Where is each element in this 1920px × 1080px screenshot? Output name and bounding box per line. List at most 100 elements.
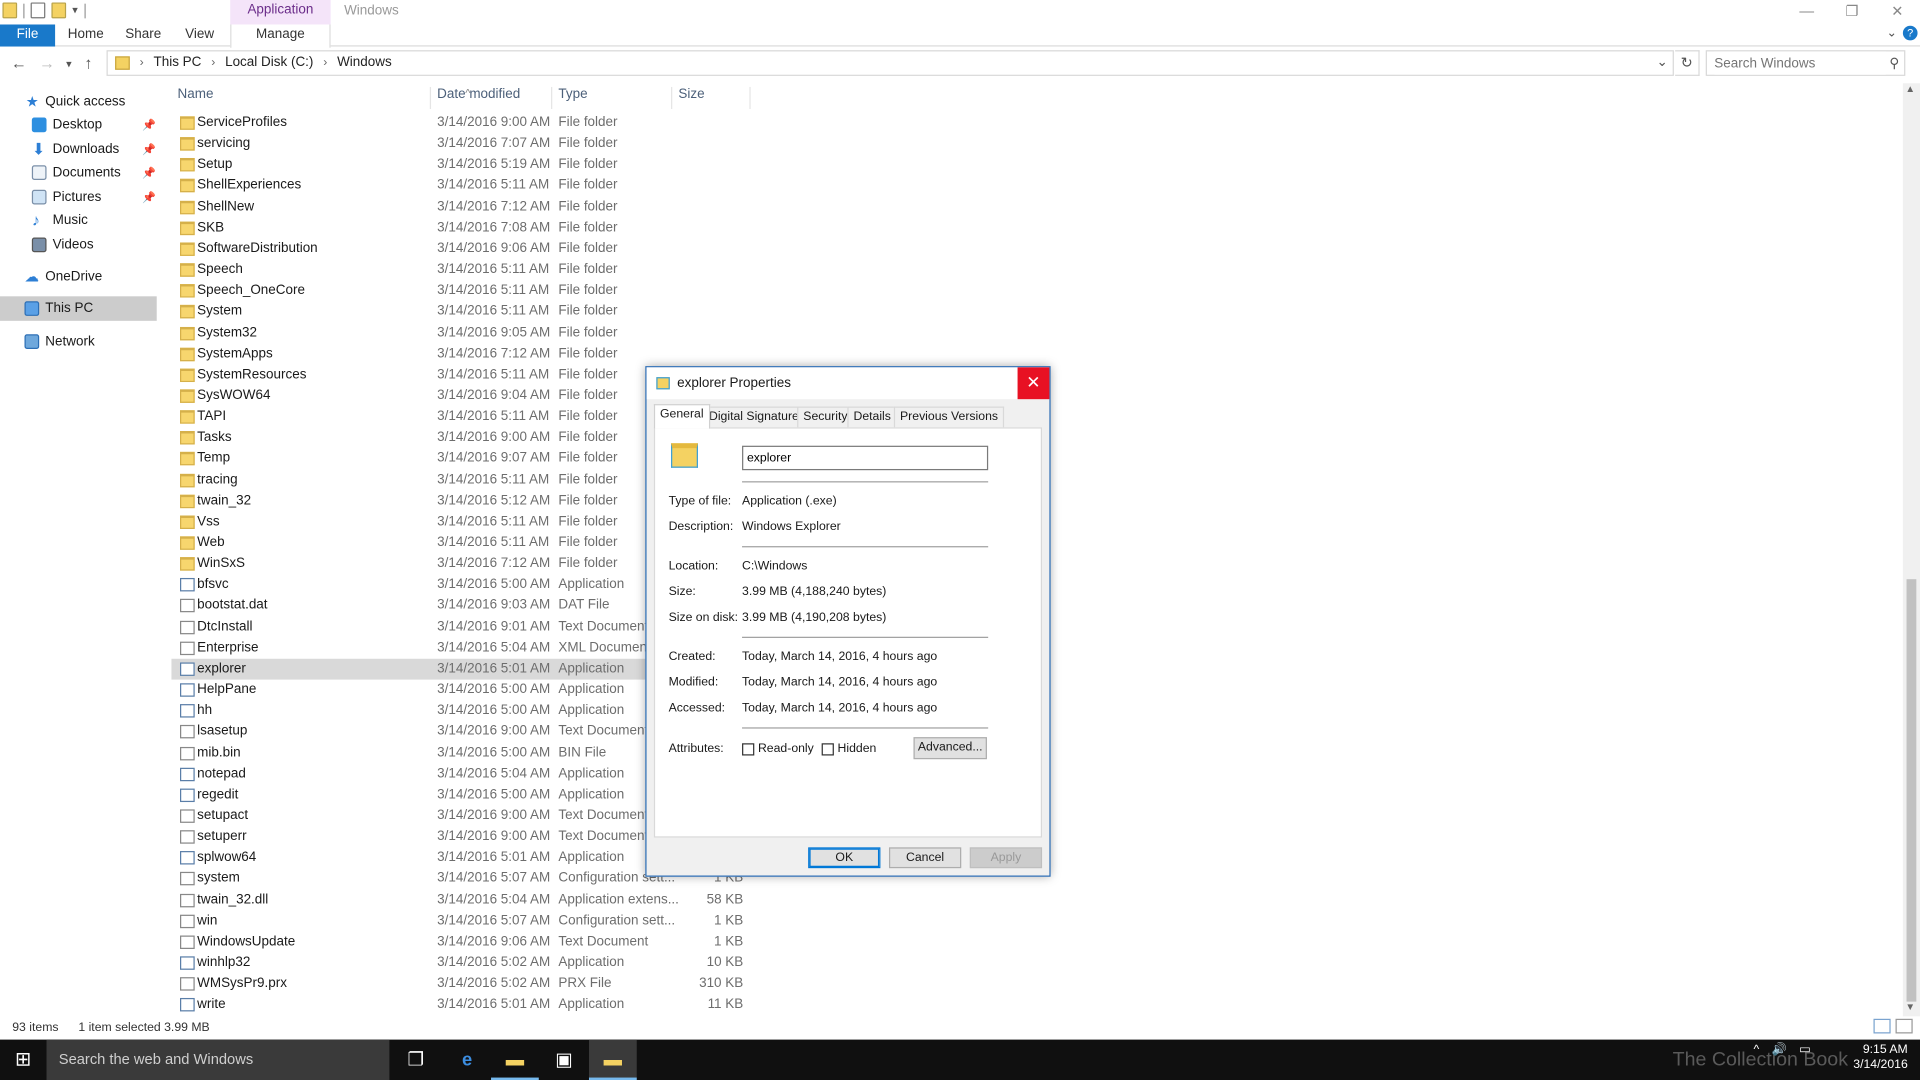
ok-button[interactable]: OK	[808, 847, 881, 869]
hidden-checkbox[interactable]: Hidden	[821, 742, 876, 756]
restore-button[interactable]: ❐	[1829, 0, 1874, 24]
up-arrow-icon[interactable]: ↑	[84, 54, 92, 72]
file-row[interactable]: ShellNew 3/14/2016 7:12 AM File folder	[171, 197, 759, 218]
action-center-icon[interactable]: ▭	[1799, 1043, 1811, 1056]
cancel-button[interactable]: Cancel	[888, 847, 962, 869]
file-row[interactable]: SKB 3/14/2016 7:08 AM File folder	[171, 218, 759, 239]
divider[interactable]	[749, 86, 751, 109]
file-row[interactable]: WMSysPr9.prx 3/14/2016 5:02 AM PRX File 310…	[171, 974, 759, 995]
folder-icon[interactable]	[2, 2, 18, 19]
sidebar-item-desktop[interactable]: Desktop 📌	[0, 113, 157, 137]
file-explorer-icon[interactable]: ▬	[491, 1040, 539, 1080]
tab-previous-versions[interactable]: Previous Versions	[893, 406, 1005, 429]
advanced-button[interactable]: Advanced...	[913, 737, 987, 760]
chevron-right-icon[interactable]: ›	[323, 56, 327, 69]
sidebar-item-onedrive[interactable]: ☁ OneDrive	[0, 264, 157, 288]
scroll-up-icon[interactable]: ▲	[1905, 83, 1915, 94]
column-header-name[interactable]: Name	[178, 87, 214, 102]
file-row[interactable]: Setup 3/14/2016 5:19 AM File folder	[171, 155, 759, 176]
search-box[interactable]: ⚲	[1705, 50, 1906, 76]
sidebar-item-downloads[interactable]: ⬇ Downloads 📌	[0, 137, 157, 161]
column-header-type[interactable]: Type	[558, 87, 587, 102]
file-row[interactable]: Speech_OneCore 3/14/2016 5:11 AM File fold…	[171, 281, 759, 302]
back-arrow-icon[interactable]: ←	[11, 54, 27, 72]
sidebar-item-this-pc[interactable]: This PC	[0, 296, 157, 321]
forward-arrow-icon[interactable]: →	[39, 54, 55, 72]
tab-general[interactable]: General	[653, 404, 710, 429]
file-row[interactable]: write 3/14/2016 5:01 AM Application 11 KB	[171, 995, 759, 1016]
address-bar[interactable]: › This PC › Local Disk (C:) › Windows ⌄	[106, 50, 1674, 76]
file-row[interactable]: win 3/14/2016 5:07 AM Configuration sett..…	[171, 911, 759, 932]
checkbox-box[interactable]	[742, 742, 755, 755]
address-dropdown-chevron-icon[interactable]: ⌄	[1656, 54, 1667, 70]
search-input[interactable]	[1714, 51, 1886, 75]
file-row[interactable]: ShellExperiences 3/14/2016 5:11 AM File fo…	[171, 176, 759, 197]
breadcrumb-local-disk[interactable]: Local Disk (C:)	[225, 55, 313, 70]
expand-ribbon-chevron-icon[interactable]: ⌄	[1886, 26, 1896, 39]
sidebar-item-music[interactable]: ♪ Music	[0, 208, 157, 232]
divider[interactable]	[551, 86, 553, 109]
tab-details[interactable]: Details	[847, 406, 898, 429]
close-button[interactable]: ✕	[1875, 0, 1920, 24]
file-row[interactable]: servicing 3/14/2016 7:07 AM File folder	[171, 134, 759, 155]
column-header-size[interactable]: Size	[678, 87, 704, 102]
new-folder-icon[interactable]	[51, 2, 67, 19]
tab-security[interactable]: Security	[797, 406, 854, 429]
recent-locations-chevron-icon[interactable]: ▾	[66, 58, 72, 71]
file-row[interactable]: SoftwareDistribution 3/14/2016 9:06 AM Fil…	[171, 239, 759, 260]
file-row[interactable]: twain_32.dll 3/14/2016 5:04 AM Application…	[171, 890, 759, 911]
details-view-icon[interactable]	[1873, 1018, 1891, 1034]
chevron-right-icon[interactable]: ›	[211, 56, 215, 69]
minimize-button[interactable]: —	[1784, 0, 1829, 24]
pin-icon[interactable]: 📌	[142, 113, 156, 137]
customize-chevron-icon[interactable]: ▾	[72, 4, 78, 17]
file-row[interactable]: Speech 3/14/2016 5:11 AM File folder	[171, 260, 759, 281]
properties-icon[interactable]	[30, 2, 46, 19]
file-explorer-active-icon[interactable]: ▬	[588, 1039, 637, 1080]
file-row[interactable]: System32 3/14/2016 9:05 AM File folder	[171, 323, 759, 344]
divider[interactable]	[671, 86, 673, 109]
edge-browser-icon[interactable]: e	[443, 1040, 491, 1080]
read-only-checkbox[interactable]: Read-only	[742, 742, 814, 756]
clock[interactable]: 9:15 AM 3/14/2016	[1849, 1043, 1907, 1072]
divider[interactable]	[429, 86, 432, 109]
breadcrumb-this-pc[interactable]: This PC	[153, 55, 201, 70]
breadcrumb-windows[interactable]: Windows	[337, 55, 392, 70]
sidebar-item-network[interactable]: Network	[0, 329, 157, 353]
scrollbar-thumb[interactable]	[1906, 579, 1917, 1002]
file-row[interactable]: System 3/14/2016 5:11 AM File folder	[171, 302, 759, 323]
file-row[interactable]: winhlp32 3/14/2016 5:02 AM Application 10 K…	[171, 953, 759, 974]
tab-digital-signatures[interactable]: Digital Signatures	[702, 406, 812, 429]
help-icon[interactable]: ?	[1902, 25, 1918, 41]
checkbox-box[interactable]	[821, 742, 834, 755]
large-icons-view-icon[interactable]	[1895, 1018, 1913, 1034]
windows-start-icon[interactable]: ⊞	[0, 1040, 47, 1080]
task-view-icon[interactable]: ❐	[392, 1040, 440, 1080]
sidebar-item-documents[interactable]: Documents 📌	[0, 160, 157, 184]
apply-button[interactable]: Apply	[969, 847, 1043, 869]
tab-manage[interactable]: Manage	[230, 24, 331, 48]
sidebar-item-pictures[interactable]: Pictures 📌	[0, 185, 157, 209]
sidebar-item-videos[interactable]: Videos	[0, 233, 157, 257]
store-icon[interactable]: ▣	[540, 1040, 588, 1080]
file-name-field[interactable]	[742, 445, 989, 471]
show-hidden-icons-chevron-icon[interactable]: ^	[1753, 1043, 1759, 1056]
pin-icon[interactable]: 📌	[142, 185, 156, 209]
search-icon[interactable]: ⚲	[1889, 55, 1899, 71]
tab-share[interactable]: Share	[120, 24, 167, 46]
dialog-title-bar[interactable]: explorer Properties ✕	[646, 367, 1050, 400]
dialog-close-button[interactable]: ✕	[1017, 367, 1050, 400]
pin-icon[interactable]: 📌	[142, 160, 156, 184]
column-header-date-modified[interactable]: Date modified	[437, 87, 520, 102]
pin-icon[interactable]: 📌	[142, 137, 156, 161]
file-row[interactable]: ServiceProfiles 3/14/2016 9:00 AM File fol…	[171, 113, 759, 134]
tab-view[interactable]: View	[178, 24, 222, 46]
file-row[interactable]: WindowsUpdate 3/14/2016 9:06 AM Text Docum…	[171, 932, 759, 953]
file-row[interactable]: SystemApps 3/14/2016 7:12 AM File folder	[171, 344, 759, 365]
refresh-icon[interactable]: ↻	[1675, 50, 1700, 76]
tab-home[interactable]: Home	[64, 24, 108, 46]
taskbar-search-box[interactable]: Search the web and Windows	[46, 1039, 390, 1080]
chevron-right-icon[interactable]: ›	[140, 56, 144, 69]
sidebar-item-quick-access[interactable]: ★ Quick access	[0, 89, 157, 113]
tab-file[interactable]: File	[0, 24, 56, 47]
